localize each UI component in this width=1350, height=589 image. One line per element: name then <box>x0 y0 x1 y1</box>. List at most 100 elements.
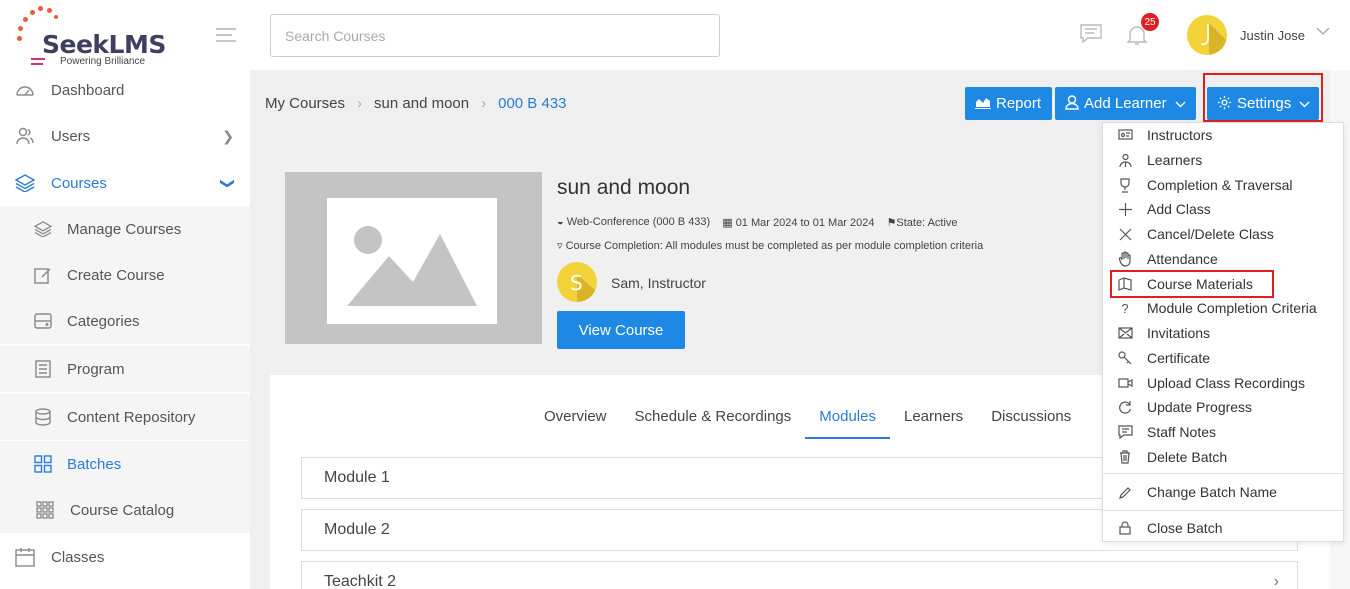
course-materials-highlight-box <box>1110 270 1274 298</box>
menu-item-instructors[interactable]: Instructors <box>1103 123 1343 147</box>
tab-overview[interactable]: Overview <box>530 402 621 439</box>
sidebar-item-label: Categories <box>67 312 140 330</box>
menu-item-label: Certificate <box>1147 350 1211 366</box>
menu-item-add-class[interactable]: Add Class <box>1103 197 1343 221</box>
close-icon <box>1117 226 1133 242</box>
search-input[interactable] <box>270 14 720 57</box>
menu-item-certificate[interactable]: Certificate <box>1103 346 1343 370</box>
menu-item-completion-traversal[interactable]: Completion & Traversal <box>1103 173 1343 197</box>
menu-item-label: Learners <box>1147 152 1203 168</box>
menu-item-learners[interactable]: Learners <box>1103 148 1343 172</box>
menu-item-label: Cancel/Delete Class <box>1147 226 1274 242</box>
layers-icon <box>32 218 54 240</box>
course-mode-text: Web-Conference (000 B 433) <box>566 216 711 228</box>
notification-badge[interactable]: 25 <box>1141 13 1159 31</box>
menu-item-label: Instructors <box>1147 127 1213 143</box>
sidebar-item-classes[interactable]: Classes <box>0 534 250 580</box>
gauge-icon <box>14 79 36 101</box>
calendar-icon: ▦ <box>722 217 733 229</box>
sidebar-item-categories[interactable]: Categories <box>0 298 250 344</box>
course-dates: ▦ 01 Mar 2024 to 01 Mar 2024 <box>722 216 874 229</box>
instructor-avatar: S <box>557 262 597 302</box>
video-icon <box>1117 375 1133 391</box>
trash-icon <box>1117 449 1133 465</box>
sidebar-item-label: Dashboard <box>51 81 125 99</box>
course-mode: ◒ Web-Conference (000 B 433) <box>557 216 710 229</box>
envelope-icon <box>1117 325 1133 341</box>
breadcrumb-my-courses[interactable]: My Courses <box>265 95 345 112</box>
chevron-down-icon <box>1175 97 1186 111</box>
sidebar-item-manage-courses[interactable]: Manage Courses <box>0 206 250 252</box>
breadcrumb-course[interactable]: sun and moon <box>374 95 469 112</box>
menu-item-module-completion-criteria[interactable]: ? Module Completion Criteria <box>1103 296 1343 320</box>
drive-icon <box>32 310 54 332</box>
menu-item-label: Attendance <box>1147 251 1218 267</box>
menu-item-attendance[interactable]: Attendance <box>1103 247 1343 271</box>
report-button[interactable]: Report <box>965 87 1052 120</box>
menu-item-label: Invitations <box>1147 325 1211 341</box>
plus-icon <box>1117 201 1133 217</box>
sidebar-item-label: Course Catalog <box>70 501 175 519</box>
course-title: sun and moon <box>557 176 691 199</box>
view-course-button[interactable]: View Course <box>557 311 685 349</box>
sidebar-item-batches[interactable]: Batches <box>0 441 250 487</box>
note-icon <box>1117 424 1133 440</box>
menu-item-label: Close Batch <box>1147 520 1223 536</box>
add-learner-button[interactable]: Add Learner <box>1055 87 1196 120</box>
logo-tagline: Powering Brilliance <box>60 56 146 67</box>
tab-schedule-recordings[interactable]: Schedule & Recordings <box>621 402 806 439</box>
logo-text: SeekLMS <box>42 30 166 59</box>
course-tabs: Overview Schedule & Recordings Modules L… <box>530 402 1085 439</box>
menu-toggle-icon[interactable] <box>216 28 236 46</box>
instructor-name: Sam, Instructor <box>611 275 706 291</box>
user-avatar[interactable] <box>1187 15 1227 55</box>
menu-item-label: Add Class <box>1147 201 1211 217</box>
hand-icon <box>1117 251 1133 267</box>
menu-item-delete-batch[interactable]: Delete Batch <box>1103 445 1343 469</box>
course-state-text: State: Active <box>896 217 958 229</box>
top-bar: 25 Justin Jose <box>250 0 1350 70</box>
learners-icon <box>1117 152 1133 168</box>
chevron-right-icon: ❯ <box>222 127 234 144</box>
menu-item-close-batch[interactable]: Close Batch <box>1103 516 1343 540</box>
tab-learners[interactable]: Learners <box>890 402 977 439</box>
database-icon <box>32 406 54 428</box>
course-dates-text: 01 Mar 2024 to 01 Mar 2024 <box>735 217 875 229</box>
tab-discussions[interactable]: Discussions <box>977 402 1085 439</box>
sidebar-item-program[interactable]: Program <box>0 346 250 392</box>
chevron-right-icon: › <box>357 95 363 112</box>
sidebar-item-label: Program <box>67 360 125 378</box>
sidebar-item-content-repository[interactable]: Content Repository <box>0 394 250 440</box>
menu-item-update-progress[interactable]: Update Progress <box>1103 395 1343 419</box>
menu-item-label: Completion & Traversal <box>1147 177 1293 193</box>
breadcrumb-batch: 000 B 433 <box>498 95 567 112</box>
menu-item-upload-class-recordings[interactable]: Upload Class Recordings <box>1103 371 1343 395</box>
sidebar-item-dashboard[interactable]: Dashboard <box>0 67 250 113</box>
sidebar-item-label: Content Repository <box>67 408 196 426</box>
settings-dropdown: Instructors Learners Completion & Traver… <box>1102 122 1344 542</box>
report-label: Report <box>996 95 1042 112</box>
menu-item-cancel-delete-class[interactable]: Cancel/Delete Class <box>1103 222 1343 246</box>
module-row[interactable]: Teachkit 2 › <box>301 561 1298 589</box>
add-learner-label: Add Learner <box>1084 95 1167 112</box>
menu-item-label: Change Batch Name <box>1147 484 1277 500</box>
tab-modules[interactable]: Modules <box>805 402 890 439</box>
seeklms-logo[interactable]: SeekLMS Powering Brilliance <box>14 4 174 70</box>
lock-icon <box>1117 520 1133 536</box>
menu-item-change-batch-name[interactable]: Change Batch Name <box>1103 480 1343 504</box>
sidebar-item-create-course[interactable]: Create Course <box>0 252 250 298</box>
chat-icon[interactable] <box>1080 24 1102 44</box>
chevron-down-icon[interactable] <box>1316 24 1330 39</box>
sidebar-item-courses[interactable]: Courses ❯ <box>0 160 250 206</box>
menu-item-staff-notes[interactable]: Staff Notes <box>1103 420 1343 444</box>
settings-highlight-box <box>1203 73 1323 122</box>
menu-item-invitations[interactable]: Invitations <box>1103 321 1343 345</box>
apps-icon <box>34 499 56 521</box>
sidebar-item-course-catalog[interactable]: Course Catalog <box>0 487 250 533</box>
user-name[interactable]: Justin Jose <box>1240 28 1305 43</box>
sidebar-item-users[interactable]: Users ❯ <box>0 113 250 159</box>
module-title: Module 2 <box>324 521 390 538</box>
chevron-right-icon[interactable]: › <box>1274 573 1279 589</box>
image-placeholder-icon <box>327 198 497 324</box>
flag-icon: ⚑ <box>886 217 897 229</box>
